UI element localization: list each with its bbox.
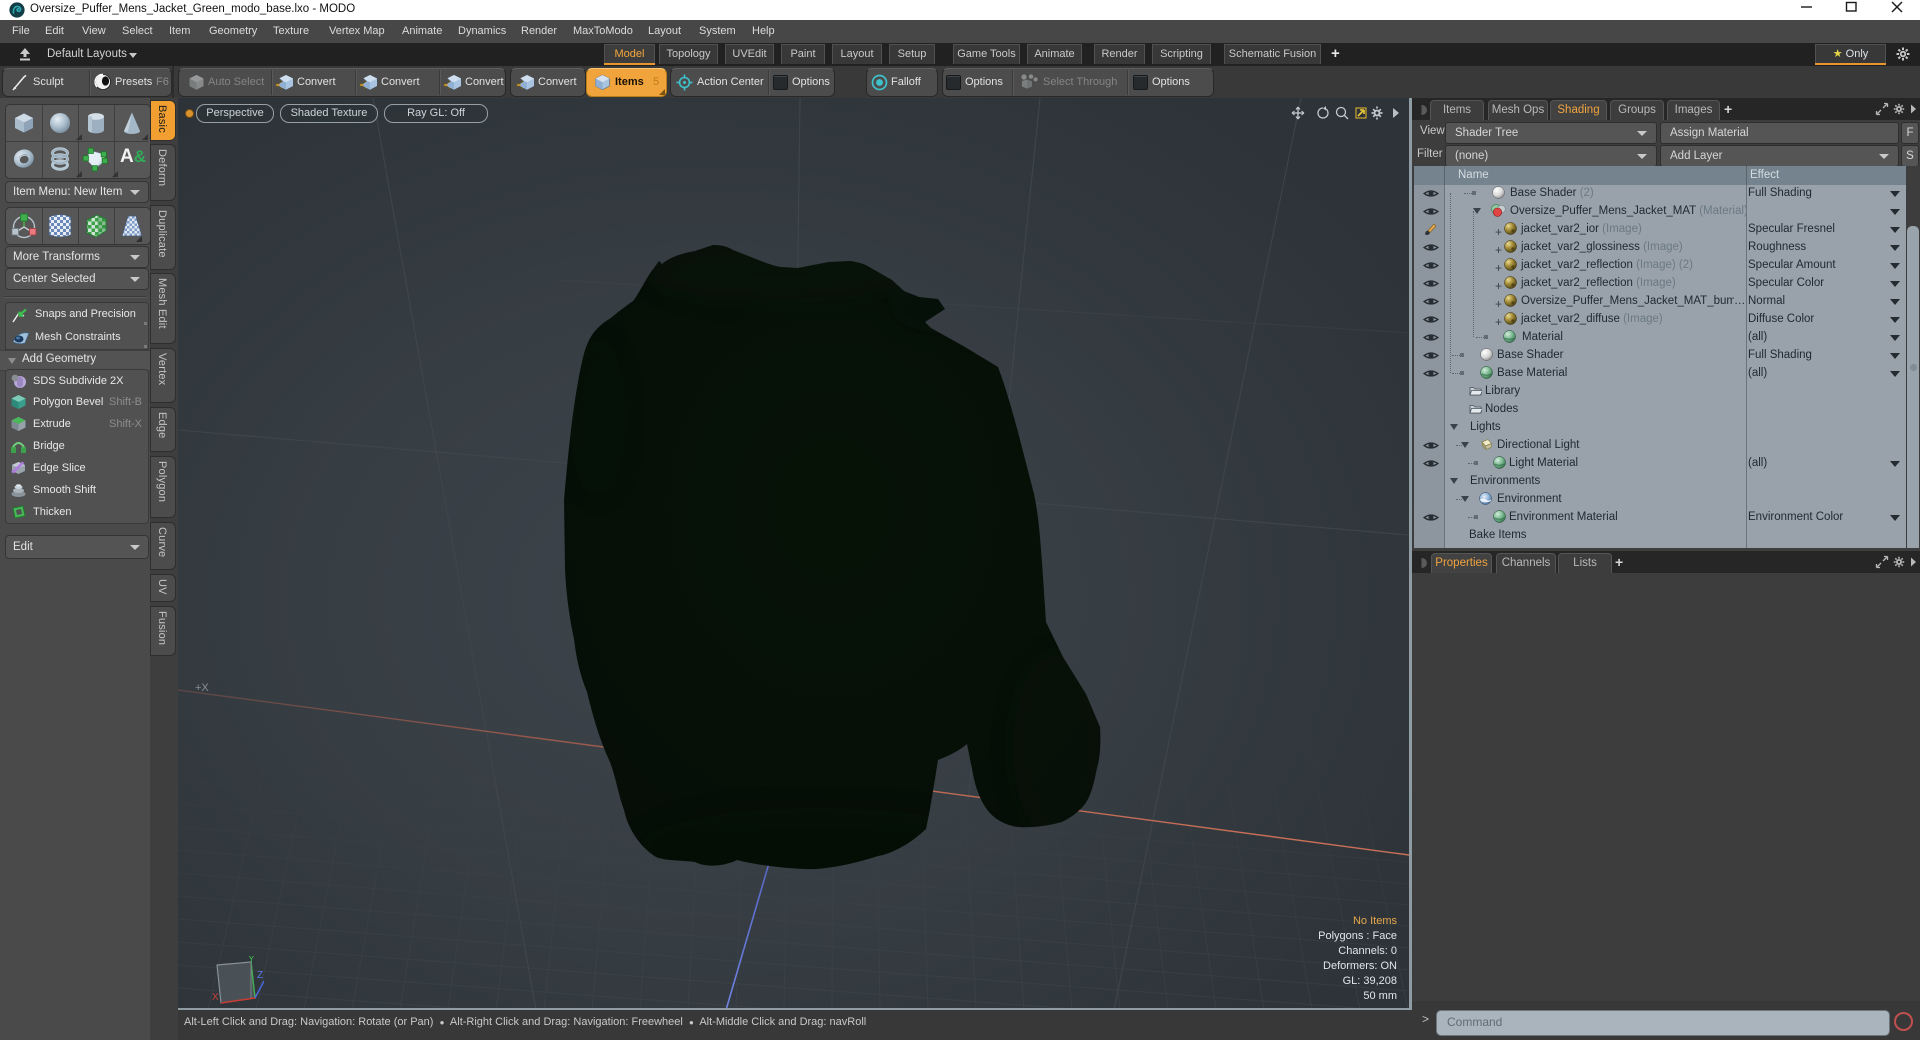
svg-text:X: X [212, 992, 219, 1003]
svg-text:Z: Z [257, 970, 263, 981]
svg-text:Y: Y [248, 956, 255, 965]
